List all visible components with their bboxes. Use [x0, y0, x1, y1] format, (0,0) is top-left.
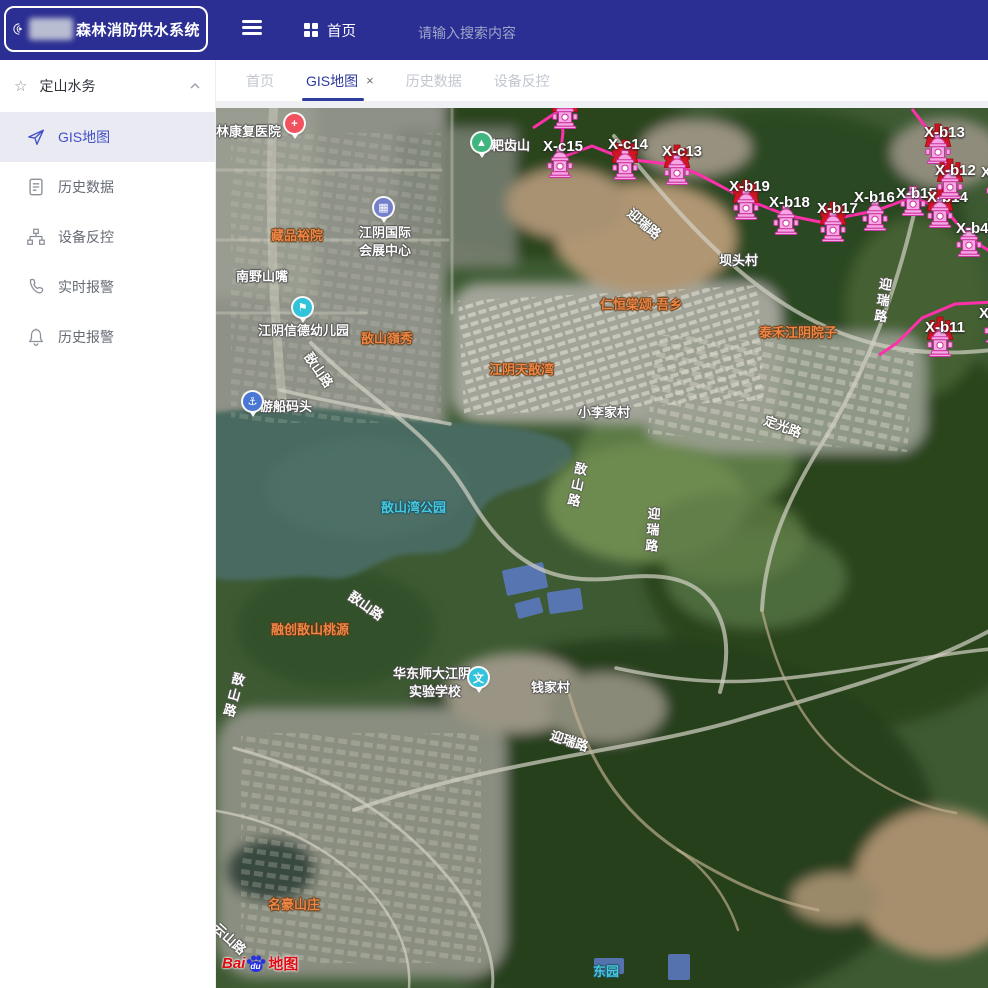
app-title: 森林消防供水系统	[76, 19, 200, 40]
logo-censored-text	[29, 18, 73, 40]
tab-历史数据[interactable]: 历史数据	[390, 60, 478, 101]
tab-label: 设备反控	[494, 71, 550, 91]
gis-map-canvas[interactable]: 迎瑞路迎瑞路定光路敔山路敔山路迎瑞路敔山路敔山路迎瑞路云山路 林康复医院耙齿山藏…	[216, 108, 988, 988]
sidebar-item-设备反控[interactable]: 设备反控	[0, 212, 215, 262]
active-tab-underline	[302, 98, 364, 101]
star-icon: ☆	[14, 77, 27, 95]
hydrant-marker-X-c14[interactable]	[612, 150, 638, 180]
hydrant-marker-X-c15[interactable]	[547, 148, 573, 178]
sidebar-item-label: GIS地图	[58, 127, 110, 147]
hydrant-marker-X[interactable]	[984, 313, 988, 343]
sidebar: ☆ 定山水务 GIS地图历史数据设备反控实时报警历史报警	[0, 60, 216, 988]
app-header: 森林消防供水系统 首页 请输入搜索内容	[0, 0, 988, 60]
hydrant-icon	[956, 227, 982, 262]
hydrant-icon	[773, 205, 799, 240]
hydrant-marker-X-b17[interactable]	[820, 212, 846, 242]
hydrant-marker[interactable]	[552, 108, 578, 129]
bell-icon	[26, 327, 46, 347]
menu-toggle-icon[interactable]	[242, 20, 262, 38]
sidebar-item-历史数据[interactable]: 历史数据	[0, 162, 215, 212]
hydrant-icon	[937, 169, 963, 204]
chevron-up-icon[interactable]	[189, 78, 201, 94]
tab-close-icon[interactable]: ×	[366, 73, 374, 88]
sidebar-item-label: 设备反控	[58, 227, 114, 247]
hydrant-marker-X-b15[interactable]	[900, 186, 926, 216]
sidebar-group-label: 定山水务	[39, 76, 95, 96]
logo-box: 森林消防供水系统	[4, 6, 208, 52]
home-breadcrumb[interactable]: 首页	[304, 20, 356, 41]
hydrant-icon	[820, 212, 846, 247]
hydrant-network-polyline	[216, 108, 988, 988]
tab-label: GIS地图	[306, 71, 358, 91]
tab-bar: 首页 GIS地图 × 历史数据 设备反控	[216, 60, 988, 102]
sitemap-icon	[26, 227, 46, 247]
sidebar-item-历史报警[interactable]: 历史报警	[0, 312, 215, 362]
sidebar-item-label: 实时报警	[58, 277, 114, 297]
hydrant-marker-X-b12[interactable]	[937, 169, 963, 199]
tab-label: 首页	[246, 71, 274, 91]
sidebar-group-dingshan[interactable]: ☆ 定山水务	[0, 60, 215, 112]
hydrant-icon	[900, 186, 926, 221]
hydrant-icon	[547, 148, 573, 183]
sidebar-item-实时报警[interactable]: 实时报警	[0, 262, 215, 312]
sidebar-item-label: 历史数据	[58, 177, 114, 197]
app-logo: 森林消防供水系统	[0, 0, 216, 60]
hydrant-marker-X-b11[interactable]	[927, 327, 953, 357]
hydrant-icon	[552, 108, 578, 134]
search-input[interactable]: 请输入搜索内容	[418, 23, 578, 43]
hydrant-icon	[927, 327, 953, 362]
document-icon	[26, 177, 46, 197]
hydrant-icon	[862, 201, 888, 236]
sidebar-item-label: 历史报警	[58, 327, 114, 347]
hydrant-icon	[612, 150, 638, 185]
hydrant-icon	[984, 313, 988, 348]
hydrant-marker-X-b19[interactable]	[733, 190, 759, 220]
tab-GIS地图[interactable]: GIS地图 ×	[290, 60, 390, 101]
sonar-icon	[12, 15, 25, 43]
hydrant-marker-X-c13[interactable]	[664, 155, 690, 185]
tab-首页[interactable]: 首页	[230, 60, 290, 101]
home-label: 首页	[327, 20, 356, 41]
sidebar-item-GIS地图[interactable]: GIS地图	[0, 112, 215, 162]
hydrant-marker-X-b16[interactable]	[862, 201, 888, 231]
grid-icon	[304, 23, 319, 38]
hydrant-icon	[733, 190, 759, 225]
hydrant-icon	[664, 155, 690, 190]
tab-设备反控[interactable]: 设备反控	[478, 60, 566, 101]
hydrant-marker-X-b4[interactable]	[956, 227, 982, 257]
hydrant-marker-X-b18[interactable]	[773, 205, 799, 235]
tab-label: 历史数据	[406, 71, 462, 91]
send-icon	[26, 127, 46, 147]
phone-icon	[26, 277, 46, 297]
